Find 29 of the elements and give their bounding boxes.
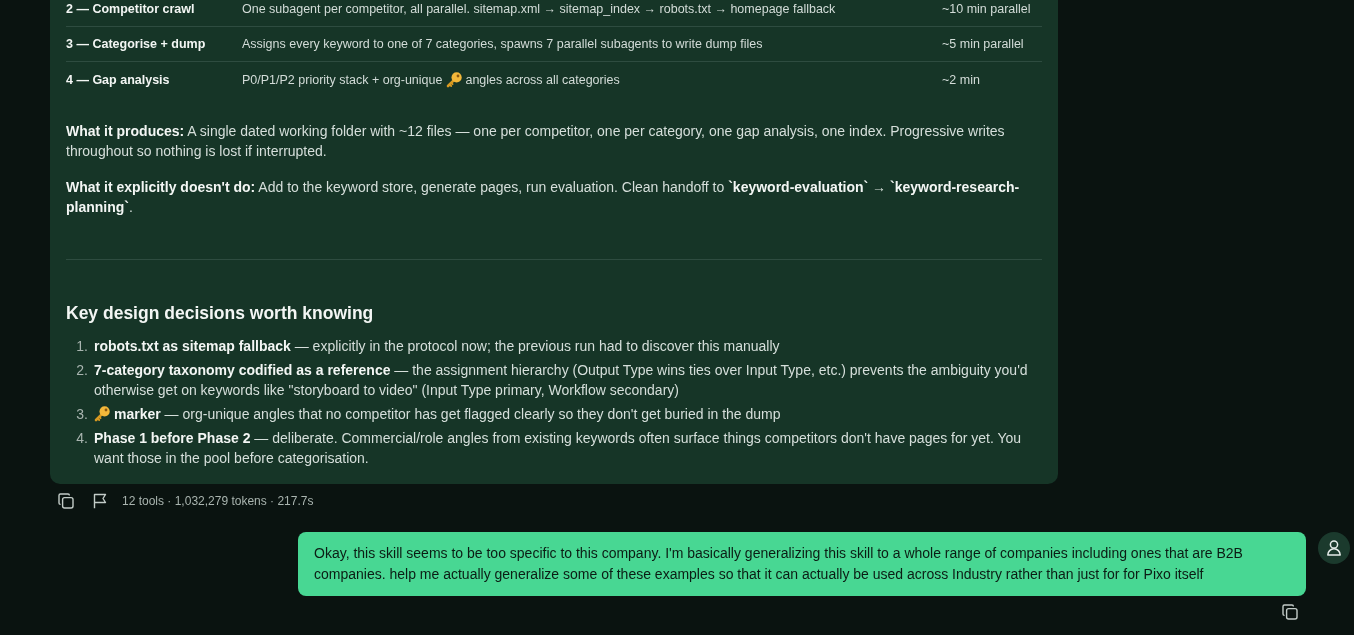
copy-icon[interactable] (1282, 604, 1298, 620)
list-item-text: 7-category taxonomy codified as a reference — the assignment hierarchy (Output Type wins ties over Input Type, etc.) prevents the ambiguity you'd otherwise get on keywords like "storyboard to video" (Input Type primary, Workflow secondary) (94, 362, 1028, 398)
step-duration: ~5 min parallel (942, 37, 1024, 52)
step-duration: ~10 min parallel (942, 2, 1031, 17)
step-description: angles across all categories (465, 72, 620, 88)
list-item-text: robots.txt as sitemap fallback — explicitly in the protocol now; the previous run had to discover this manually (94, 338, 780, 354)
section-heading: Key design decisions worth knowing (66, 302, 375, 325)
message-stats: 12 tools · 1,032,279 tokens · 217.7s (122, 494, 314, 508)
step-name: 2 — Competitor crawl (66, 2, 195, 17)
copy-icon[interactable] (58, 493, 74, 509)
step-description: One subagent per competitor, all parallel. sitemap.xml → sitemap_index → robots.txt → homepage fallback (242, 2, 836, 17)
step-duration: ~2 min (942, 72, 980, 88)
avatar-icon (1318, 532, 1350, 564)
list-item-text: marker — org-unique angles that no competitor has get flagged clearly so they don't get buried in the dump (114, 406, 781, 422)
flag-icon[interactable] (92, 493, 108, 509)
step-description: Assigns every keyword to one of 7 categories, spawns 7 parallel subagents to write dump files (242, 37, 763, 52)
list-number: 4. (75, 429, 88, 448)
paragraph: What it produces: A single dated working folder with ~12 files — one per competitor, one per category, one gap analysis, one index. Progressive writes throughout so nothing is lost if interrupted. (66, 122, 1006, 161)
list-number: 1. (75, 337, 88, 356)
user-message: Okay, this skill seems to be too specific to this company. I'm basically generalizing this skill to a whole range of companies including ones that are B2B companies. help me actually generalize some of these examples so that it can actually be used across Industry rather than just for for Pixo itself (298, 532, 1306, 596)
step-name: 4 — Gap analysis (66, 72, 170, 88)
paragraph: What it explicitly doesn't do: Add to the keyword store, generate pages, run evaluation. Clean handoff to `keyword-evaluation` → `keyword-research-planning`. (66, 178, 1021, 217)
key-icon (94, 406, 110, 422)
key-icon (446, 72, 463, 88)
step-name: 3 — Categorise + dump (66, 37, 206, 52)
step-description: P0/P1/P2 priority stack + org-unique (242, 72, 443, 88)
list-number: 3. (75, 405, 88, 424)
list-item-text: Phase 1 before Phase 2 — deliberate. Commercial/role angles from existing keywords often surface things competitors don't have pages for yet. You want those in the pool before categorisation. (94, 430, 1022, 466)
list-number: 2. (75, 361, 88, 380)
